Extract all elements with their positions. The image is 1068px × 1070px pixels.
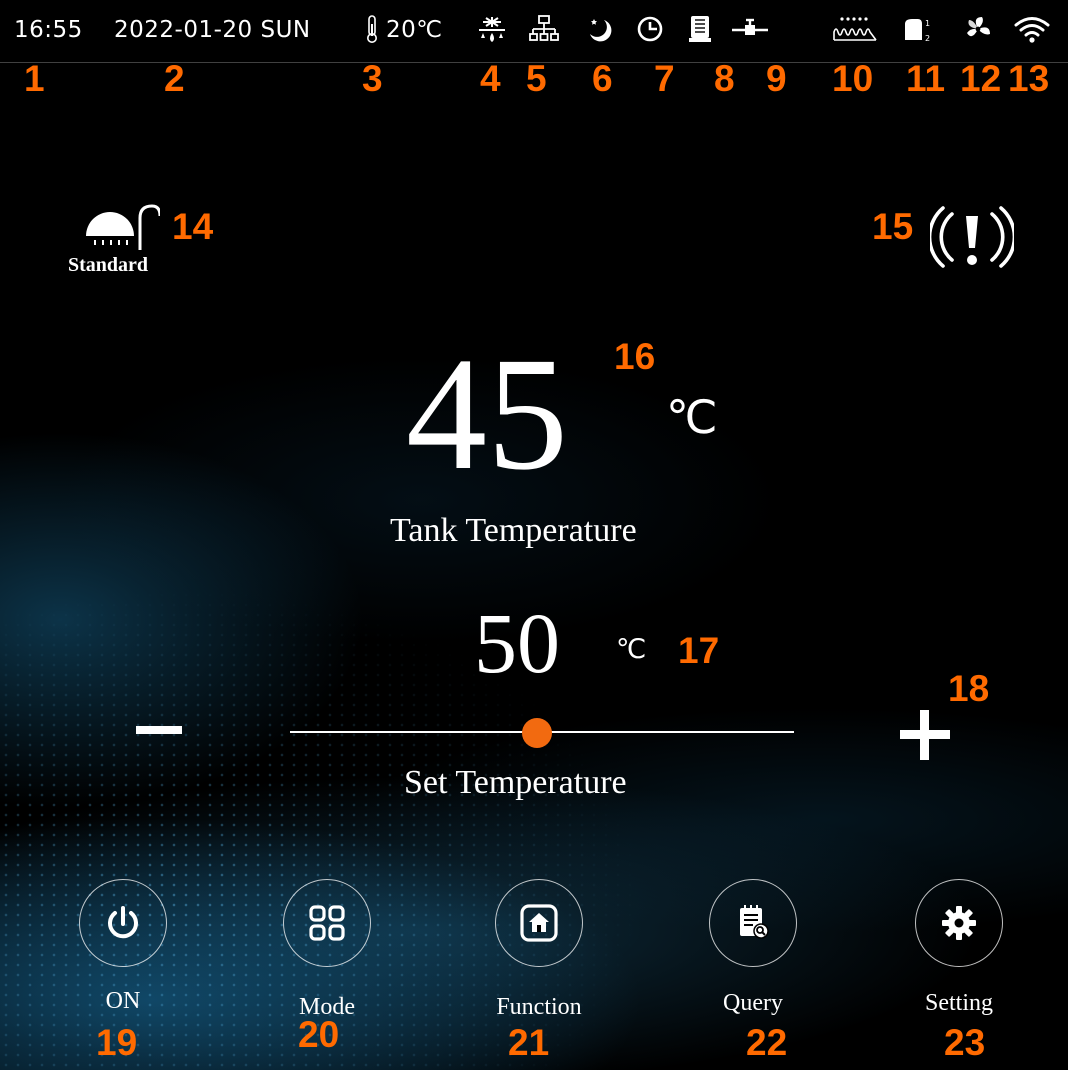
decrease-temperature-button[interactable] bbox=[126, 700, 196, 760]
callout-16: 16 bbox=[614, 336, 656, 377]
tank-temperature-label: Tank Temperature bbox=[390, 512, 637, 549]
function-label: Function bbox=[496, 994, 582, 1020]
status-bar: 16:55 2022-01-20 SUN 20℃ 12 bbox=[0, 0, 1068, 63]
power-button[interactable] bbox=[79, 879, 167, 967]
callout-5: 5 bbox=[526, 58, 547, 99]
valve-icon bbox=[730, 14, 770, 44]
compressor-icon: 12 bbox=[900, 14, 932, 44]
callout-18: 18 bbox=[948, 668, 990, 709]
callout-8: 8 bbox=[714, 58, 735, 99]
slider-handle[interactable] bbox=[521, 718, 552, 748]
grid-icon bbox=[307, 903, 347, 943]
callout-14: 14 bbox=[172, 206, 214, 247]
defrost-icon bbox=[476, 14, 508, 44]
callout-3: 3 bbox=[362, 58, 383, 99]
outdoor-temperature: 20℃ bbox=[386, 17, 443, 43]
callout-13: 13 bbox=[1008, 58, 1050, 99]
callout-6: 6 bbox=[592, 58, 613, 99]
tank-temperature-unit: ℃ bbox=[666, 390, 718, 444]
callout-21: 21 bbox=[508, 1022, 550, 1063]
night-mode-icon bbox=[584, 14, 616, 44]
shower-icon bbox=[80, 202, 162, 252]
set-temperature-unit: ℃ bbox=[616, 634, 647, 665]
network-icon bbox=[528, 14, 560, 44]
query-button[interactable] bbox=[709, 879, 797, 967]
callout-11: 11 bbox=[906, 58, 946, 99]
query-icon bbox=[733, 903, 773, 943]
query-label: Query bbox=[723, 990, 783, 1016]
date: 2022-01-20 SUN bbox=[114, 17, 311, 43]
set-temperature-label: Set Temperature bbox=[404, 764, 627, 801]
fan-icon bbox=[962, 14, 994, 44]
gear-icon bbox=[939, 903, 979, 943]
callout-10: 10 bbox=[832, 58, 874, 99]
callout-23: 23 bbox=[944, 1022, 986, 1063]
setting-button[interactable] bbox=[915, 879, 1003, 967]
callout-7: 7 bbox=[654, 58, 675, 99]
timer-icon bbox=[634, 14, 666, 44]
callout-20: 20 bbox=[298, 1014, 340, 1055]
home-icon bbox=[519, 903, 559, 943]
callout-22: 22 bbox=[746, 1022, 788, 1063]
callout-12: 12 bbox=[960, 58, 1002, 99]
callout-17: 17 bbox=[678, 630, 720, 671]
callout-9: 9 bbox=[766, 58, 787, 99]
power-label: ON bbox=[105, 988, 141, 1014]
callout-2: 2 bbox=[164, 58, 185, 99]
callout-4: 4 bbox=[480, 58, 501, 99]
clock: 16:55 bbox=[14, 17, 83, 43]
increase-temperature-button[interactable] bbox=[892, 700, 962, 770]
minus-icon bbox=[136, 726, 182, 734]
plus-icon-v bbox=[920, 710, 929, 760]
wifi-icon bbox=[1012, 14, 1052, 44]
function-button[interactable] bbox=[495, 879, 583, 967]
mode-button[interactable] bbox=[283, 879, 371, 967]
heater-coil-icon bbox=[830, 14, 880, 44]
alarm-icon[interactable] bbox=[927, 202, 1017, 274]
mode-label: Standard bbox=[68, 254, 149, 276]
mode-indicator[interactable]: Standard bbox=[60, 200, 180, 280]
tank-temperature-value: 45 bbox=[406, 325, 568, 504]
setting-label: Setting bbox=[924, 990, 993, 1016]
svg-text:2: 2 bbox=[925, 34, 930, 43]
callout-19: 19 bbox=[96, 1022, 138, 1063]
power-icon bbox=[103, 903, 143, 943]
electric-heater-icon bbox=[684, 14, 716, 44]
set-temperature-value: 50 bbox=[474, 595, 560, 691]
callout-1: 1 bbox=[24, 58, 45, 99]
thermometer-icon bbox=[362, 14, 382, 44]
callout-15: 15 bbox=[872, 206, 914, 247]
svg-text:1: 1 bbox=[925, 19, 930, 28]
